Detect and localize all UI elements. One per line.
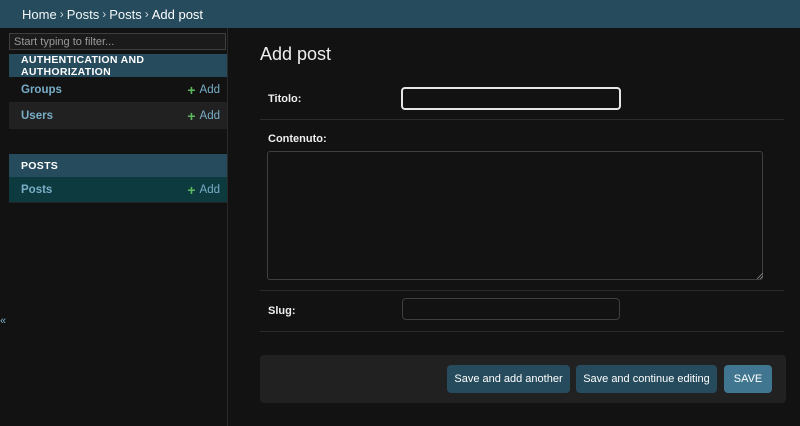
save-and-continue-button[interactable]: Save and continue editing [576,365,717,393]
form-row-slug: Slug: [260,291,784,332]
resize-grip-icon[interactable] [757,273,763,279]
add-label: Add [199,183,220,196]
sidebar-collapse-toggle[interactable]: « [0,315,6,327]
page-title: Add post [260,44,332,64]
save-and-add-another-button[interactable]: Save and add another [447,365,570,393]
add-groups-link[interactable]: + Add [187,83,220,97]
save-button[interactable]: SAVE [724,365,772,393]
model-link-users[interactable]: Users [21,110,53,122]
nav-sidebar: AUTHENTICATION AND AUTHORIZATION Groups … [0,28,228,426]
titolo-label: Titolo: [268,93,302,105]
sidebar-item-groups: Groups + Add [9,77,227,103]
sidebar-item-users: Users + Add [9,103,227,129]
form-row-contenuto: Contenuto: [260,120,784,291]
breadcrumb: Home › Posts › Posts › Add post [22,7,203,22]
add-icon: + [187,81,196,98]
form-row-titolo: Titolo: [260,80,784,120]
sidebar-item-posts: Posts + Add [9,177,227,203]
submit-row: Save and add another Save and continue e… [260,355,786,403]
add-posts-link[interactable]: + Add [187,183,220,197]
titolo-input[interactable] [401,87,621,110]
breadcrumb-separator: › [59,7,64,21]
slug-label: Slug: [268,305,296,317]
breadcrumb-separator: › [144,7,149,21]
app-caption-posts[interactable]: POSTS [9,154,227,178]
add-label: Add [199,109,220,122]
add-label: Add [199,83,220,96]
model-link-posts[interactable]: Posts [21,184,52,196]
slug-input[interactable] [402,298,620,320]
add-icon: + [187,107,196,124]
contenuto-textarea[interactable] [267,151,763,280]
breadcrumb-home[interactable]: Home [22,7,57,22]
model-link-groups[interactable]: Groups [21,84,62,96]
contenuto-label: Contenuto: [268,133,327,145]
add-icon: + [187,181,196,198]
app-caption-auth[interactable]: AUTHENTICATION AND AUTHORIZATION [9,54,227,78]
breadcrumb-app[interactable]: Posts [67,7,100,22]
breadcrumb-model[interactable]: Posts [109,7,142,22]
breadcrumb-separator: › [102,7,107,21]
breadcrumbs-bar: Home › Posts › Posts › Add post [0,0,800,28]
add-users-link[interactable]: + Add [187,109,220,123]
main-content: Add post Titolo: Contenuto: Slug: Save a… [228,28,800,426]
breadcrumb-current: Add post [151,6,204,22]
nav-filter-input[interactable] [9,33,226,50]
